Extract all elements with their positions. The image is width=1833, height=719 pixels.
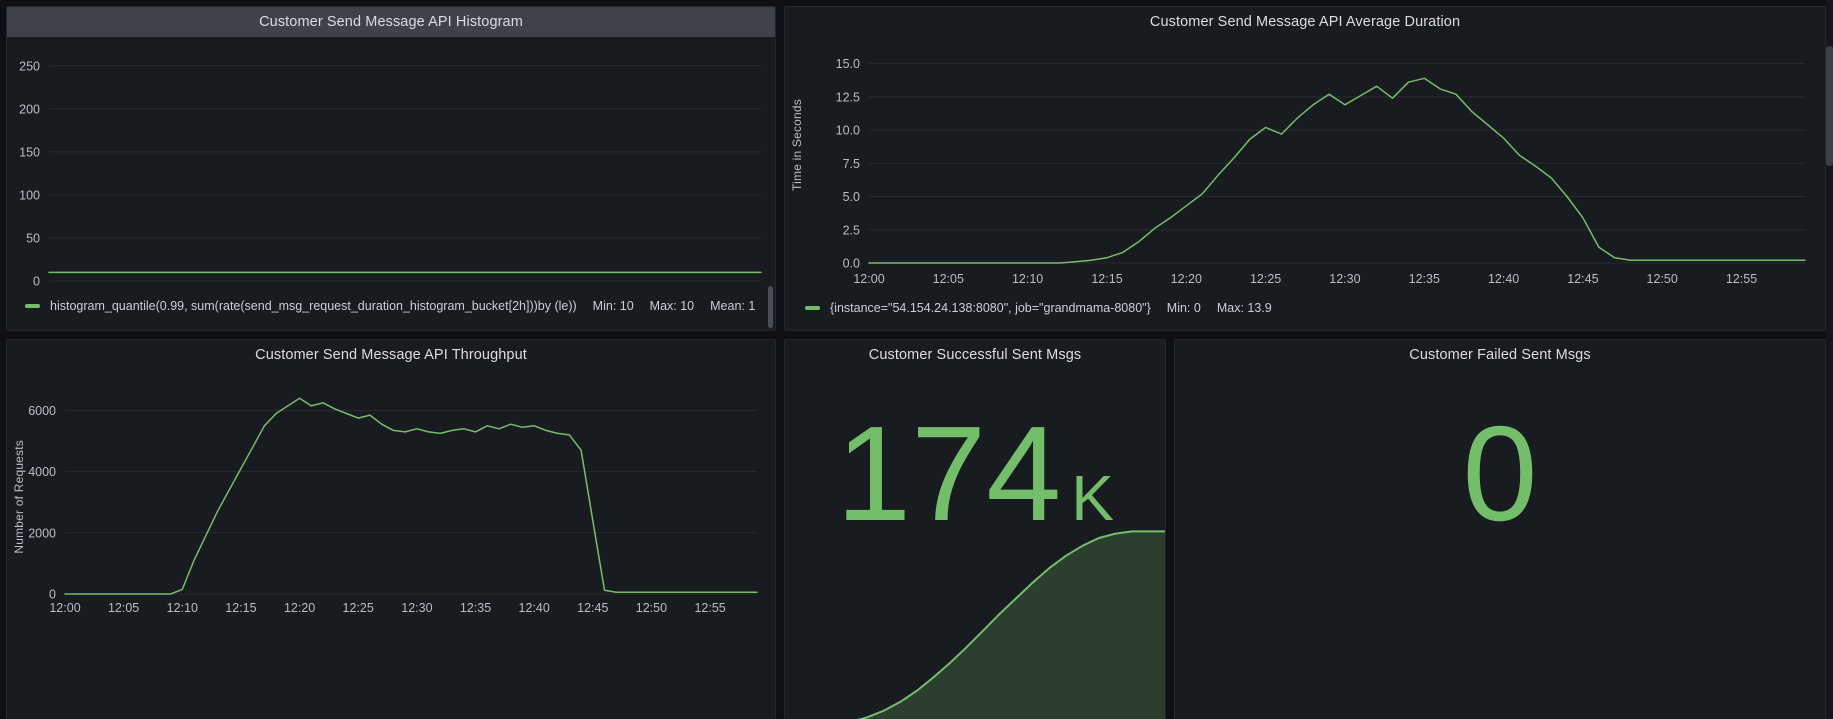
svg-text:12:45: 12:45 xyxy=(577,601,608,615)
series-label[interactable]: histogram_quantile(0.99, sum(rate(send_m… xyxy=(50,299,577,313)
panel-histogram: Customer Send Message API Histogram 0 50 1… xyxy=(6,6,776,331)
svg-text:12:35: 12:35 xyxy=(460,601,491,615)
svg-text:15.0: 15.0 xyxy=(836,57,860,71)
legend-mean: Mean: 1 xyxy=(710,299,755,313)
svg-text:12:55: 12:55 xyxy=(694,601,725,615)
svg-text:12:10: 12:10 xyxy=(1012,272,1043,286)
svg-text:12:45: 12:45 xyxy=(1567,272,1598,286)
panel-title[interactable]: Customer Send Message API Throughput xyxy=(255,347,527,363)
stat-number: 0 xyxy=(1462,398,1537,549)
legend-max: Max: 10 xyxy=(650,299,694,313)
panel-success-stat: Customer Successful Sent Msgs 174K xyxy=(784,339,1166,719)
svg-text:12:00: 12:00 xyxy=(853,272,884,286)
svg-text:6000: 6000 xyxy=(28,404,56,418)
panel-failed-header[interactable]: Customer Failed Sent Msgs xyxy=(1175,340,1825,370)
panel-success-header[interactable]: Customer Successful Sent Msgs xyxy=(785,340,1165,370)
svg-text:2000: 2000 xyxy=(28,526,56,540)
page-scrollbar[interactable] xyxy=(1826,0,1833,719)
svg-text:12:30: 12:30 xyxy=(1329,272,1360,286)
svg-text:100: 100 xyxy=(19,189,40,203)
svg-text:0: 0 xyxy=(33,275,40,289)
stat-number: 174 xyxy=(836,398,1061,549)
svg-text:12:15: 12:15 xyxy=(1091,272,1122,286)
svg-text:0: 0 xyxy=(49,588,56,602)
svg-text:12:25: 12:25 xyxy=(343,601,374,615)
svg-text:250: 250 xyxy=(19,59,40,73)
y-axis-title: Number of Requests xyxy=(12,440,26,554)
page-scrollbar-thumb[interactable] xyxy=(1826,46,1833,166)
stat-unit: K xyxy=(1071,462,1114,534)
svg-text:12:50: 12:50 xyxy=(1647,272,1678,286)
panel-title[interactable]: Customer Failed Sent Msgs xyxy=(1409,347,1590,363)
svg-text:12:05: 12:05 xyxy=(933,272,964,286)
panel-avg-duration-header[interactable]: Customer Send Message API Average Durati… xyxy=(785,7,1825,37)
svg-text:12:10: 12:10 xyxy=(167,601,198,615)
panel-title[interactable]: Customer Send Message API Average Durati… xyxy=(1150,14,1460,30)
legend-max: Max: 13.9 xyxy=(1217,301,1272,315)
throughput-chart[interactable]: 0 2000 4000 6000 12:00 12:05 12:10 12:15 12:20 12… xyxy=(7,370,773,620)
histogram-chart[interactable]: 0 50 100 150 200 250 xyxy=(7,37,773,289)
svg-text:0.0: 0.0 xyxy=(843,257,860,271)
panel-title[interactable]: Customer Successful Sent Msgs xyxy=(869,347,1081,363)
svg-text:50: 50 xyxy=(26,232,40,246)
svg-text:4000: 4000 xyxy=(28,465,56,479)
panel-avg-duration: Customer Send Message API Average Durati… xyxy=(784,6,1826,331)
legend-scrollbar[interactable] xyxy=(768,286,773,328)
y-axis-title: Time in Seconds xyxy=(790,99,804,191)
svg-text:12:15: 12:15 xyxy=(225,601,256,615)
svg-text:12:30: 12:30 xyxy=(401,601,432,615)
svg-text:10.0: 10.0 xyxy=(836,124,860,138)
svg-text:12.5: 12.5 xyxy=(836,90,860,104)
panel-failed-stat: Customer Failed Sent Msgs 0 xyxy=(1174,339,1826,719)
failed-stat-value: 0 xyxy=(1175,406,1825,541)
svg-text:200: 200 xyxy=(19,102,40,116)
svg-text:12:00: 12:00 xyxy=(49,601,80,615)
svg-text:2.5: 2.5 xyxy=(843,223,860,237)
success-stat-value: 174K xyxy=(785,406,1165,541)
legend-min: Min: 0 xyxy=(1167,301,1201,315)
svg-text:12:55: 12:55 xyxy=(1726,272,1757,286)
svg-text:12:40: 12:40 xyxy=(1488,272,1519,286)
svg-text:12:05: 12:05 xyxy=(108,601,139,615)
series-color-swatch xyxy=(805,306,820,310)
avg-duration-legend: {instance="54.154.24.138:8080", job="gra… xyxy=(785,291,1825,315)
legend-min: Min: 10 xyxy=(593,299,634,313)
histogram-legend: histogram_quantile(0.99, sum(rate(send_m… xyxy=(7,289,775,313)
svg-text:12:20: 12:20 xyxy=(1171,272,1202,286)
svg-text:12:20: 12:20 xyxy=(284,601,315,615)
svg-text:12:40: 12:40 xyxy=(519,601,550,615)
svg-text:12:25: 12:25 xyxy=(1250,272,1281,286)
panel-title[interactable]: Customer Send Message API Histogram xyxy=(259,14,523,30)
series-label[interactable]: {instance="54.154.24.138:8080", job="gra… xyxy=(830,301,1151,315)
svg-text:12:50: 12:50 xyxy=(636,601,667,615)
panel-throughput: Customer Send Message API Throughput Num… xyxy=(6,339,776,719)
svg-text:5.0: 5.0 xyxy=(843,190,860,204)
series-color-swatch xyxy=(25,304,40,308)
svg-text:150: 150 xyxy=(19,145,40,159)
panel-throughput-header[interactable]: Customer Send Message API Throughput xyxy=(7,340,775,370)
svg-text:12:35: 12:35 xyxy=(1409,272,1440,286)
avg-duration-chart[interactable]: 0.0 2.5 5.0 7.5 10.0 12.5 15.0 12:00 12:05 12:10 1… xyxy=(785,37,1825,291)
panel-histogram-header[interactable]: Customer Send Message API Histogram xyxy=(7,7,775,37)
svg-text:7.5: 7.5 xyxy=(843,157,860,171)
